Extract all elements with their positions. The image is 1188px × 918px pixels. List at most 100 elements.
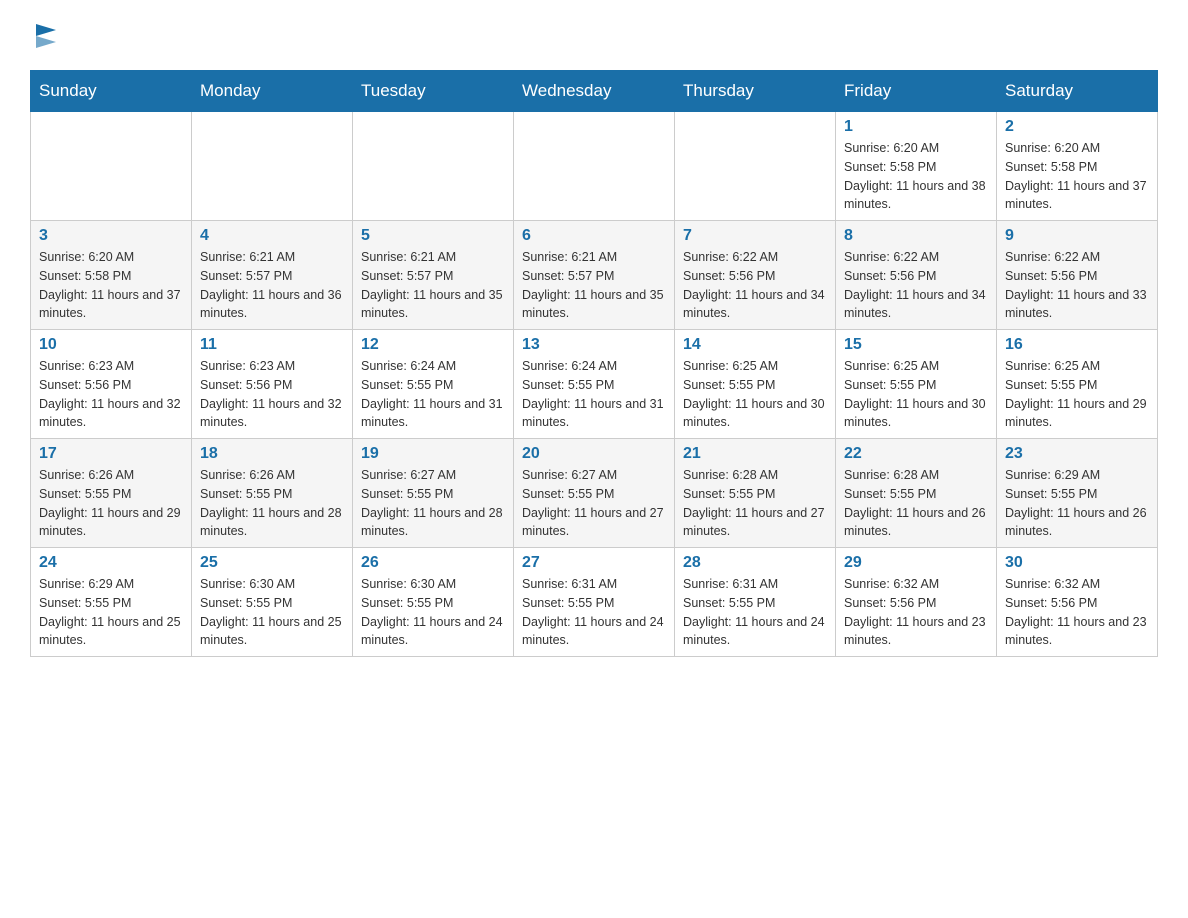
day-info: Sunrise: 6:20 AM Sunset: 5:58 PM Dayligh…	[1005, 139, 1149, 214]
calendar-cell: 28 Sunrise: 6:31 AM Sunset: 5:55 PM Dayli…	[675, 548, 836, 657]
day-info: Sunrise: 6:26 AM Sunset: 5:55 PM Dayligh…	[200, 466, 344, 541]
calendar-cell	[192, 112, 353, 221]
day-number: 16	[1005, 336, 1149, 354]
day-info: Sunrise: 6:27 AM Sunset: 5:55 PM Dayligh…	[522, 466, 666, 541]
day-info: Sunrise: 6:31 AM Sunset: 5:55 PM Dayligh…	[522, 575, 666, 650]
day-number: 25	[200, 554, 344, 572]
day-number: 4	[200, 227, 344, 245]
calendar-cell: 7 Sunrise: 6:22 AM Sunset: 5:56 PM Daylig…	[675, 221, 836, 330]
day-number: 18	[200, 445, 344, 463]
calendar-cell: 17 Sunrise: 6:26 AM Sunset: 5:55 PM Dayli…	[31, 439, 192, 548]
calendar-cell	[675, 112, 836, 221]
calendar-cell: 14 Sunrise: 6:25 AM Sunset: 5:55 PM Dayli…	[675, 330, 836, 439]
day-number: 22	[844, 445, 988, 463]
calendar-cell: 13 Sunrise: 6:24 AM Sunset: 5:55 PM Dayli…	[514, 330, 675, 439]
day-number: 23	[1005, 445, 1149, 463]
day-number: 11	[200, 336, 344, 354]
calendar-week-row: 24 Sunrise: 6:29 AM Sunset: 5:55 PM Dayli…	[31, 548, 1158, 657]
calendar-cell: 2 Sunrise: 6:20 AM Sunset: 5:58 PM Daylig…	[997, 112, 1158, 221]
calendar-header-row: SundayMondayTuesdayWednesdayThursdayFrid…	[31, 71, 1158, 112]
day-number: 28	[683, 554, 827, 572]
day-number: 3	[39, 227, 183, 245]
day-number: 6	[522, 227, 666, 245]
day-number: 30	[1005, 554, 1149, 572]
calendar-cell: 19Sunrise: 6:27 AM Sunset: 5:55 PM Dayli…	[353, 439, 514, 548]
day-info: Sunrise: 6:21 AM Sunset: 5:57 PM Dayligh…	[522, 248, 666, 323]
calendar-week-row: 1 Sunrise: 6:20 AM Sunset: 5:58 PM Daylig…	[31, 112, 1158, 221]
calendar-cell: 29 Sunrise: 6:32 AM Sunset: 5:56 PM Dayli…	[836, 548, 997, 657]
day-info: Sunrise: 6:20 AM Sunset: 5:58 PM Dayligh…	[39, 248, 183, 323]
day-info: Sunrise: 6:29 AM Sunset: 5:55 PM Dayligh…	[39, 575, 183, 650]
calendar-cell: 24 Sunrise: 6:29 AM Sunset: 5:55 PM Dayli…	[31, 548, 192, 657]
calendar-cell: 30 Sunrise: 6:32 AM Sunset: 5:56 PM Dayli…	[997, 548, 1158, 657]
day-header-tuesday: Tuesday	[353, 71, 514, 112]
day-header-saturday: Saturday	[997, 71, 1158, 112]
day-header-friday: Friday	[836, 71, 997, 112]
calendar-cell: 16 Sunrise: 6:25 AM Sunset: 5:55 PM Dayli…	[997, 330, 1158, 439]
day-info: Sunrise: 6:29 AM Sunset: 5:55 PM Dayligh…	[1005, 466, 1149, 541]
calendar-week-row: 10 Sunrise: 6:23 AM Sunset: 5:56 PM Dayli…	[31, 330, 1158, 439]
day-number: 14	[683, 336, 827, 354]
calendar-cell: 1 Sunrise: 6:20 AM Sunset: 5:58 PM Daylig…	[836, 112, 997, 221]
day-number: 24	[39, 554, 183, 572]
calendar-week-row: 17 Sunrise: 6:26 AM Sunset: 5:55 PM Dayli…	[31, 439, 1158, 548]
day-number: 29	[844, 554, 988, 572]
day-info: Sunrise: 6:30 AM Sunset: 5:55 PM Dayligh…	[361, 575, 505, 650]
day-info: Sunrise: 6:28 AM Sunset: 5:55 PM Dayligh…	[683, 466, 827, 541]
day-number: 1	[844, 118, 988, 136]
calendar-cell: 27 Sunrise: 6:31 AM Sunset: 5:55 PM Dayli…	[514, 548, 675, 657]
day-number: 26	[361, 554, 505, 572]
day-number: 12	[361, 336, 505, 354]
day-info: Sunrise: 6:32 AM Sunset: 5:56 PM Dayligh…	[1005, 575, 1149, 650]
calendar-cell: 8 Sunrise: 6:22 AM Sunset: 5:56 PM Daylig…	[836, 221, 997, 330]
calendar-cell: 21 Sunrise: 6:28 AM Sunset: 5:55 PM Dayli…	[675, 439, 836, 548]
day-info: Sunrise: 6:30 AM Sunset: 5:55 PM Dayligh…	[200, 575, 344, 650]
calendar-cell: 5Sunrise: 6:21 AM Sunset: 5:57 PM Daylig…	[353, 221, 514, 330]
day-number: 13	[522, 336, 666, 354]
calendar-cell: 23 Sunrise: 6:29 AM Sunset: 5:55 PM Dayli…	[997, 439, 1158, 548]
calendar-week-row: 3 Sunrise: 6:20 AM Sunset: 5:58 PM Daylig…	[31, 221, 1158, 330]
day-info: Sunrise: 6:23 AM Sunset: 5:56 PM Dayligh…	[200, 357, 344, 432]
day-info: Sunrise: 6:21 AM Sunset: 5:57 PM Dayligh…	[200, 248, 344, 323]
day-number: 27	[522, 554, 666, 572]
day-header-sunday: Sunday	[31, 71, 192, 112]
calendar-cell	[353, 112, 514, 221]
calendar-cell: 25 Sunrise: 6:30 AM Sunset: 5:55 PM Dayli…	[192, 548, 353, 657]
day-number: 21	[683, 445, 827, 463]
day-info: Sunrise: 6:21 AM Sunset: 5:57 PM Dayligh…	[361, 248, 505, 323]
day-number: 7	[683, 227, 827, 245]
calendar-cell: 11 Sunrise: 6:23 AM Sunset: 5:56 PM Dayli…	[192, 330, 353, 439]
day-info: Sunrise: 6:22 AM Sunset: 5:56 PM Dayligh…	[844, 248, 988, 323]
calendar-cell: 4 Sunrise: 6:21 AM Sunset: 5:57 PM Daylig…	[192, 221, 353, 330]
day-info: Sunrise: 6:31 AM Sunset: 5:55 PM Dayligh…	[683, 575, 827, 650]
calendar-cell	[514, 112, 675, 221]
day-info: Sunrise: 6:27 AM Sunset: 5:55 PM Dayligh…	[361, 466, 505, 541]
calendar-cell: 26 Sunrise: 6:30 AM Sunset: 5:55 PM Dayli…	[353, 548, 514, 657]
day-info: Sunrise: 6:20 AM Sunset: 5:58 PM Dayligh…	[844, 139, 988, 214]
day-header-monday: Monday	[192, 71, 353, 112]
day-info: Sunrise: 6:26 AM Sunset: 5:55 PM Dayligh…	[39, 466, 183, 541]
day-info: Sunrise: 6:28 AM Sunset: 5:55 PM Dayligh…	[844, 466, 988, 541]
day-number: 15	[844, 336, 988, 354]
calendar-cell: 18 Sunrise: 6:26 AM Sunset: 5:55 PM Dayli…	[192, 439, 353, 548]
day-info: Sunrise: 6:25 AM Sunset: 5:55 PM Dayligh…	[1005, 357, 1149, 432]
calendar-cell: 22 Sunrise: 6:28 AM Sunset: 5:55 PM Dayli…	[836, 439, 997, 548]
day-number: 17	[39, 445, 183, 463]
day-info: Sunrise: 6:22 AM Sunset: 5:56 PM Dayligh…	[683, 248, 827, 323]
day-info: Sunrise: 6:24 AM Sunset: 5:55 PM Dayligh…	[361, 357, 505, 432]
day-header-thursday: Thursday	[675, 71, 836, 112]
day-number: 10	[39, 336, 183, 354]
calendar-cell: 6 Sunrise: 6:21 AM Sunset: 5:57 PM Daylig…	[514, 221, 675, 330]
day-number: 2	[1005, 118, 1149, 136]
day-info: Sunrise: 6:25 AM Sunset: 5:55 PM Dayligh…	[683, 357, 827, 432]
day-number: 20	[522, 445, 666, 463]
calendar-cell: 10Sunrise: 6:23 AM Sunset: 5:56 PM Dayli…	[31, 330, 192, 439]
day-info: Sunrise: 6:32 AM Sunset: 5:56 PM Dayligh…	[844, 575, 988, 650]
calendar-table: SundayMondayTuesdayWednesdayThursdayFrid…	[30, 70, 1158, 657]
calendar-cell: 15Sunrise: 6:25 AM Sunset: 5:55 PM Dayli…	[836, 330, 997, 439]
day-info: Sunrise: 6:24 AM Sunset: 5:55 PM Dayligh…	[522, 357, 666, 432]
day-header-wednesday: Wednesday	[514, 71, 675, 112]
calendar-cell: 20 Sunrise: 6:27 AM Sunset: 5:55 PM Dayli…	[514, 439, 675, 548]
calendar-cell: 12 Sunrise: 6:24 AM Sunset: 5:55 PM Dayli…	[353, 330, 514, 439]
day-number: 8	[844, 227, 988, 245]
